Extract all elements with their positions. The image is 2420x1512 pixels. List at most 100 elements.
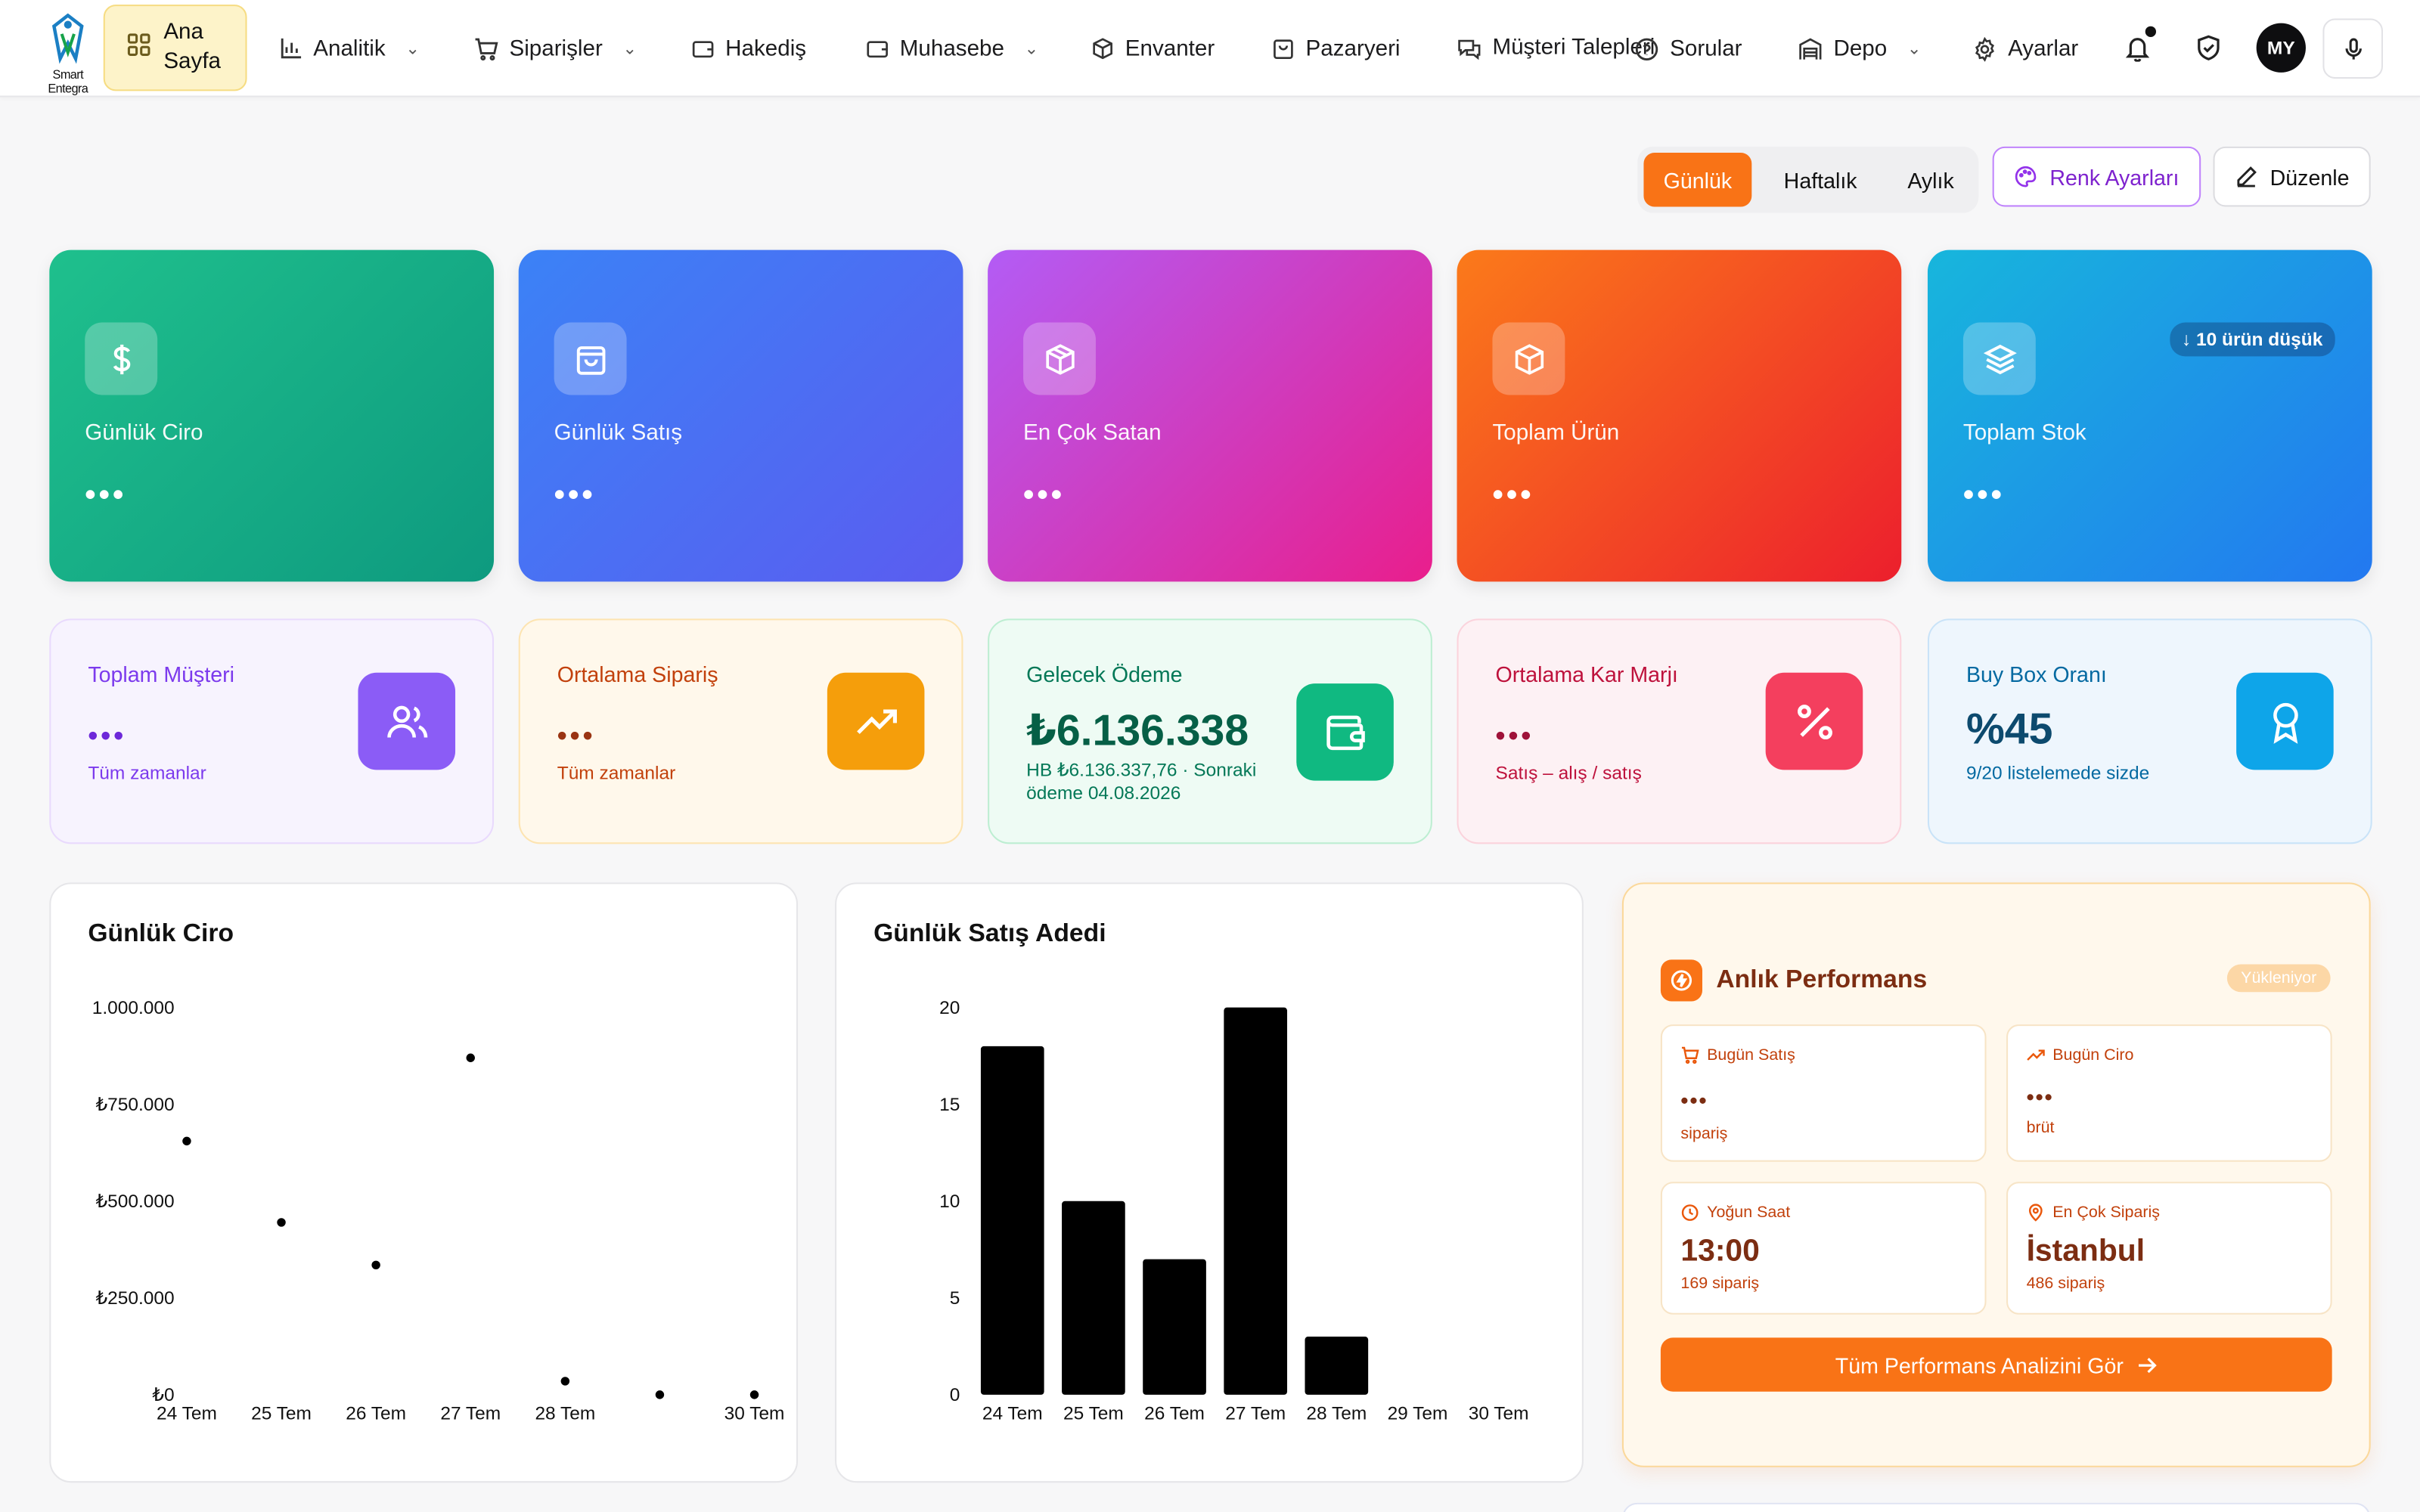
kpi-title: En Çok Satan — [1023, 421, 1162, 446]
chart-card-daily-sales: Günlük Satış Adedi 0 5 10 15 20 24 Tem 25 Tem 2… — [835, 882, 1584, 1483]
stat-card-profit-margin[interactable]: Ortalama Kar Marjı ••• Satış – alış / sa… — [1457, 618, 1902, 844]
stat-subtitle: 9/20 listelemede sizde — [1965, 762, 2150, 784]
live-performance-panel: Anlık Performans Yükleniyor Bugün Satış … — [1621, 882, 2371, 1467]
stat-value: ₺6.136.338 — [1026, 706, 1249, 754]
data-point — [182, 1136, 191, 1146]
perf-card-peak-hour[interactable]: Yoğun Saat 13:00 169 sipariş — [1660, 1182, 1987, 1315]
package-icon — [1023, 322, 1096, 395]
stat-card-average-order[interactable]: Ortalama Sipariş ••• Tüm zamanlar — [518, 618, 963, 844]
layers-icon — [1962, 322, 2036, 395]
stat-subtitle: Tüm zamanlar — [88, 762, 206, 784]
period-monthly[interactable]: Aylık — [1888, 153, 1974, 206]
kpi-value: ••• — [554, 478, 596, 513]
perf-card-top-location[interactable]: En Çok Sipariş İstanbul 486 sipariş — [2006, 1182, 2332, 1315]
nav-musteri-talepleri-label: Müşteri Talepleri — [1492, 35, 1655, 60]
data-point — [560, 1377, 570, 1386]
nav-sorular[interactable]: Sorular — [1634, 0, 1742, 98]
perf-value: ••• — [1680, 1087, 1708, 1113]
stat-value: ••• — [88, 720, 127, 751]
bar — [1143, 1259, 1206, 1395]
package-icon — [1492, 322, 1565, 395]
nav-pazaryeri[interactable]: Pazaryeri — [1270, 0, 1401, 98]
palette-icon — [2015, 166, 2037, 187]
y-tick-label: 15 — [939, 1095, 960, 1115]
top-navigation-bar: Smart Entegra Ana Sayfa Analitik ⌄ Sipari… — [0, 0, 2420, 98]
perf-card-today-sales[interactable]: Bugün Satış ••• sipariş — [1660, 1024, 1987, 1162]
view-all-performance-button[interactable]: Tüm Performans Analizini Gör — [1660, 1337, 2332, 1392]
perf-sub: 486 sipariş — [2026, 1274, 2105, 1294]
security-button[interactable] — [2186, 25, 2232, 71]
nav-depo[interactable]: Depo ⌄ — [1798, 0, 1922, 98]
data-point — [371, 1260, 380, 1269]
x-tick-label: 27 Tem — [1225, 1404, 1286, 1424]
kpi-card-best-seller[interactable]: En Çok Satan ••• — [988, 249, 1432, 582]
kpi-title: Toplam Stok — [1962, 421, 2086, 446]
perf-label: Bugün Ciro — [2052, 1046, 2134, 1065]
x-tick-label: 26 Tem — [346, 1404, 406, 1424]
kpi-card-total-stock[interactable]: ↓ 10 ürün düşük Toplam Stok ••• — [1927, 249, 2372, 582]
nav-analitik[interactable]: Analitik ⌄ — [278, 0, 420, 98]
kpi-card-total-products[interactable]: Toplam Ürün ••• — [1457, 249, 1902, 582]
y-tick-label: ₺250.000 — [96, 1288, 175, 1309]
kpi-value: ••• — [1492, 478, 1534, 513]
y-tick-label: 10 — [939, 1191, 960, 1212]
x-tick-label: 30 Tem — [724, 1404, 785, 1424]
revenue-scatter-chart: ₺0 ₺250.000 ₺500.000 ₺750.000 1.000.000 24 Te… — [92, 998, 785, 1424]
low-stock-badge[interactable]: ↓ 10 ürün düşük — [2169, 322, 2335, 357]
trending-up-icon — [2027, 1049, 2045, 1061]
grid-icon — [126, 33, 151, 64]
color-settings-label: Renk Ayarları — [2049, 164, 2180, 189]
nav-home[interactable]: Ana Sayfa — [103, 5, 247, 91]
stat-subtitle: Satış – alış / satış — [1495, 762, 1642, 784]
nav-ayarlar[interactable]: Ayarlar — [1972, 0, 2078, 98]
nav-home-label: Ana Sayfa — [163, 20, 222, 74]
nav-ayarlar-label: Ayarlar — [2008, 36, 2079, 61]
bar — [1305, 1337, 1369, 1395]
avatar[interactable]: MY — [2256, 23, 2306, 73]
nav-musteri-talepleri[interactable]: Müşteri Talepleri — [1457, 0, 1655, 98]
shopping-bag-icon — [554, 322, 627, 395]
perf-sub: brüt — [2026, 1118, 2055, 1138]
nav-siparisler[interactable]: Siparişler ⌄ — [474, 0, 637, 98]
x-tick-label: 29 Tem — [1388, 1404, 1448, 1424]
perf-value: ••• — [2026, 1084, 2054, 1110]
kpi-card-daily-revenue[interactable]: Günlük Ciro ••• — [49, 249, 495, 582]
kpi-card-daily-sales[interactable]: Günlük Satış ••• — [518, 249, 963, 582]
stat-card-buybox-rate[interactable]: Buy Box Oranı %45 9/20 listelemede sizde — [1927, 618, 2372, 844]
nav-hakedis[interactable]: Hakediş — [690, 0, 806, 98]
nav-pazaryeri-label: Pazaryeri — [1305, 36, 1401, 61]
stat-card-upcoming-payment[interactable]: Gelecek Ödeme ₺6.136.338 HB ₺6.136.337,7… — [988, 618, 1432, 844]
perf-value: 13:00 — [1680, 1234, 1760, 1269]
period-weekly[interactable]: Haftalık — [1761, 153, 1880, 206]
stat-card-total-customers[interactable]: Toplam Müşteri ••• Tüm zamanlar — [49, 618, 495, 844]
period-daily[interactable]: Günlük — [1643, 153, 1752, 207]
edit-label: Düzenle — [2270, 164, 2350, 189]
x-tick-label: 28 Tem — [535, 1404, 595, 1424]
kpi-value: ••• — [1962, 478, 2006, 513]
voice-button[interactable] — [2322, 18, 2383, 79]
x-tick-label: 30 Tem — [1469, 1404, 1529, 1424]
brand-logo[interactable]: Smart Entegra — [37, 12, 99, 96]
dollar-icon — [85, 322, 158, 395]
stat-value: ••• — [557, 720, 596, 751]
kpi-title: Günlük Satış — [554, 421, 683, 446]
bar — [980, 1046, 1044, 1395]
nav-muhasebe[interactable]: Muhasebe ⌄ — [864, 0, 1038, 98]
perf-value: İstanbul — [2026, 1234, 2145, 1269]
cta-label: Tüm Performans Analizini Gör — [1835, 1352, 2124, 1377]
users-icon — [358, 672, 456, 770]
stat-title: Gelecek Ödeme — [1026, 662, 1183, 687]
chevron-down-icon: ⌄ — [1907, 40, 1922, 59]
y-tick-label: 1.000.000 — [92, 998, 175, 1018]
stat-title: Buy Box Oranı — [1965, 662, 2107, 687]
bar-chart-icon — [278, 36, 302, 61]
award-icon — [2236, 672, 2334, 770]
perf-sub: sipariş — [1680, 1124, 1728, 1144]
y-tick-label: 0 — [950, 1385, 960, 1405]
microphone-icon — [2344, 37, 2361, 59]
color-settings-button[interactable]: Renk Ayarları — [1992, 146, 2201, 207]
nav-envanter[interactable]: Envanter — [1090, 0, 1215, 98]
edit-button[interactable]: Düzenle — [2213, 146, 2371, 207]
bell-icon — [2125, 38, 2150, 62]
perf-card-today-revenue[interactable]: Bugün Ciro ••• brüt — [2006, 1024, 2332, 1162]
